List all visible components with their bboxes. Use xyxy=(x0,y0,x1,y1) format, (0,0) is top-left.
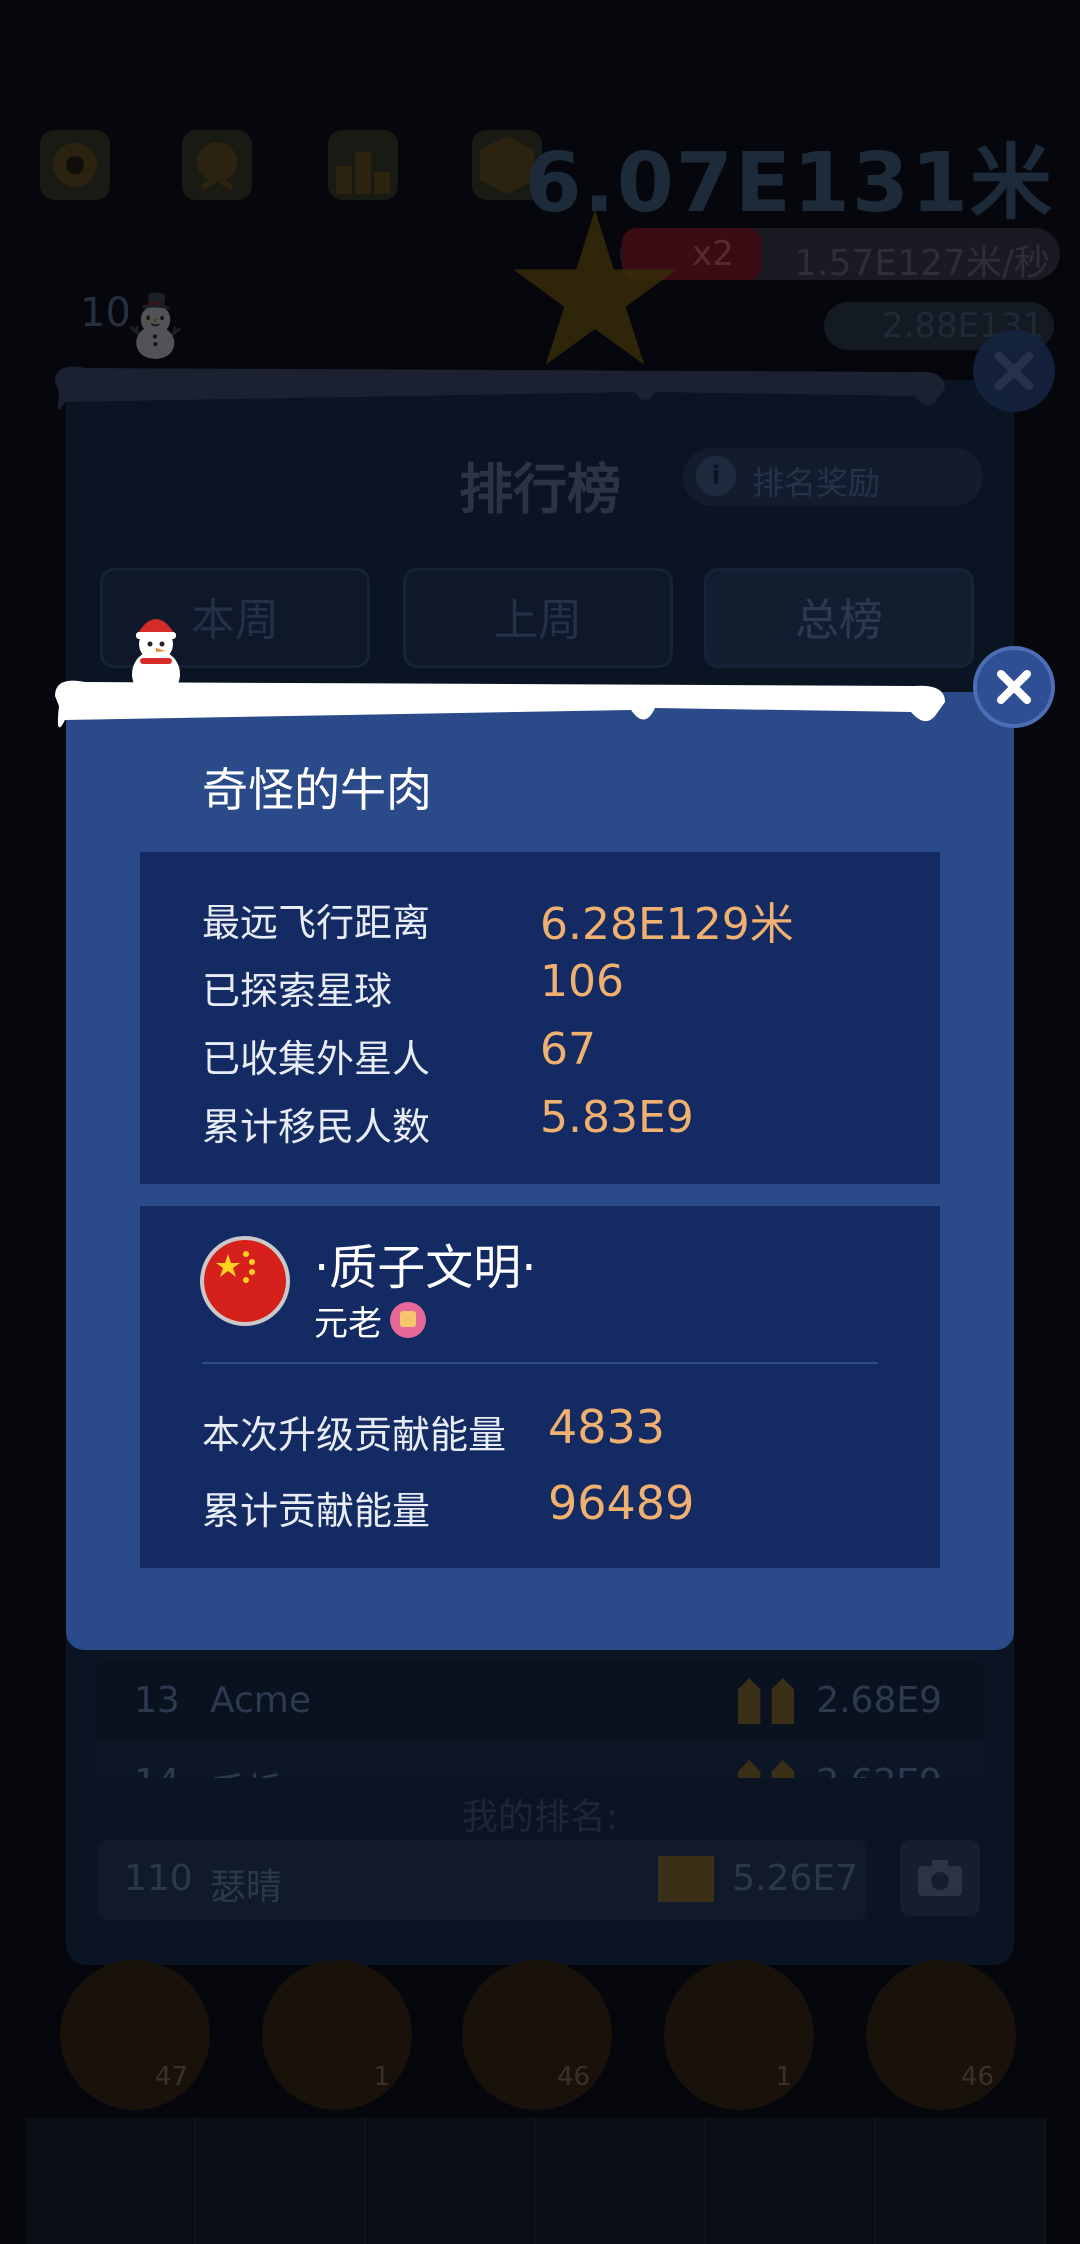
divider xyxy=(202,1362,878,1364)
stat-label-planets-explored: 已探索星球 xyxy=(202,969,393,1013)
flag-icon xyxy=(204,1240,286,1322)
row-name: Acme xyxy=(210,1680,312,1721)
stat-value-max-distance: 6.28E129米 xyxy=(540,899,794,950)
bottom-nav-tab[interactable] xyxy=(196,2118,366,2244)
row-rank: 13 xyxy=(134,1680,180,1721)
bottom-nav-tab[interactable] xyxy=(706,2118,876,2244)
info-icon: i xyxy=(696,456,736,496)
my-rank-population: 5.26E7 xyxy=(732,1858,858,1899)
leaderboard-close-button[interactable] xyxy=(973,330,1055,412)
stat-value-aliens-collected: 67 xyxy=(540,1024,596,1075)
bottom-item-button[interactable]: 47 xyxy=(60,1960,210,2110)
snowman-decoration-icon: ⛄ xyxy=(118,291,193,361)
china-flag-avatar xyxy=(200,1236,290,1326)
row-population: 2.68E9 xyxy=(816,1680,942,1721)
speed-text: 1.57E127米/秒 xyxy=(794,243,1050,284)
bottom-nav-tab[interactable] xyxy=(26,2118,196,2244)
ranking-podium-icon[interactable] xyxy=(328,130,398,200)
contribution-value-this-upgrade: 4833 xyxy=(548,1400,666,1454)
settings-gear-icon[interactable] xyxy=(40,130,110,200)
my-rank-label: 我的排名: xyxy=(461,1797,619,1838)
population-icon xyxy=(738,1760,794,1778)
tab-last-week[interactable]: 上周 xyxy=(403,568,673,668)
tab-total[interactable]: 总榜 xyxy=(704,568,974,668)
bottom-nav-tab[interactable] xyxy=(876,2118,1046,2244)
my-rank-number: 110 xyxy=(124,1858,193,1899)
bottom-item-button[interactable]: 1 xyxy=(262,1960,412,2110)
my-rank-row: 110 瑟晴 5.26E7 xyxy=(98,1840,866,1920)
row-rank: 14 xyxy=(134,1762,180,1778)
stat-label-aliens-collected: 已收集外星人 xyxy=(202,1037,431,1081)
bottom-item-button[interactable]: 46 xyxy=(866,1960,1016,2110)
stat-value-planets-explored: 106 xyxy=(540,956,624,1007)
camera-button[interactable] xyxy=(900,1840,980,1916)
total-distance-text: 6.07E131米 xyxy=(524,136,1054,231)
stat-label-total-migrants: 累计移民人数 xyxy=(202,1105,431,1149)
population-icon xyxy=(658,1856,714,1902)
row-population: 2.62E9 xyxy=(816,1762,942,1778)
camera-icon xyxy=(918,1860,962,1896)
dialog-close-button[interactable] xyxy=(973,646,1055,728)
contribution-label-this-upgrade: 本次升级贡献能量 xyxy=(202,1413,507,1457)
civilization-role: 元老 xyxy=(314,1304,382,1344)
bottom-item-button[interactable]: 46 xyxy=(462,1960,612,2110)
stat-value-total-migrants: 5.83E9 xyxy=(540,1092,694,1143)
achievement-laurel-icon[interactable] xyxy=(182,130,252,200)
table-row[interactable]: 13 Acme 2.68E9 xyxy=(98,1660,982,1742)
bottom-nav-tab[interactable] xyxy=(536,2118,706,2244)
snow-cap-decoration xyxy=(55,366,945,410)
stat-label-max-distance: 最远飞行距离 xyxy=(202,901,431,945)
contribution-label-total: 累计贡献能量 xyxy=(202,1489,431,1533)
player-name: 奇怪的牛肉 xyxy=(202,763,432,817)
bottom-item-button[interactable]: 1 xyxy=(664,1960,814,2110)
rank-reward-label: 排名奖励 xyxy=(752,464,881,502)
snowman-decoration-icon xyxy=(110,606,202,702)
population-icon xyxy=(738,1678,794,1724)
elder-badge-icon xyxy=(390,1302,426,1338)
contribution-value-total: 96489 xyxy=(548,1476,695,1530)
table-row[interactable]: 14 千柝 2.62E9 xyxy=(98,1742,982,1778)
row-name: 千柝 xyxy=(210,1762,282,1778)
close-icon xyxy=(997,670,1031,704)
my-rank-name: 瑟晴 xyxy=(210,1867,283,1908)
civilization-name: ·质子文明· xyxy=(314,1240,537,1296)
bottom-nav-tab[interactable] xyxy=(366,2118,536,2244)
